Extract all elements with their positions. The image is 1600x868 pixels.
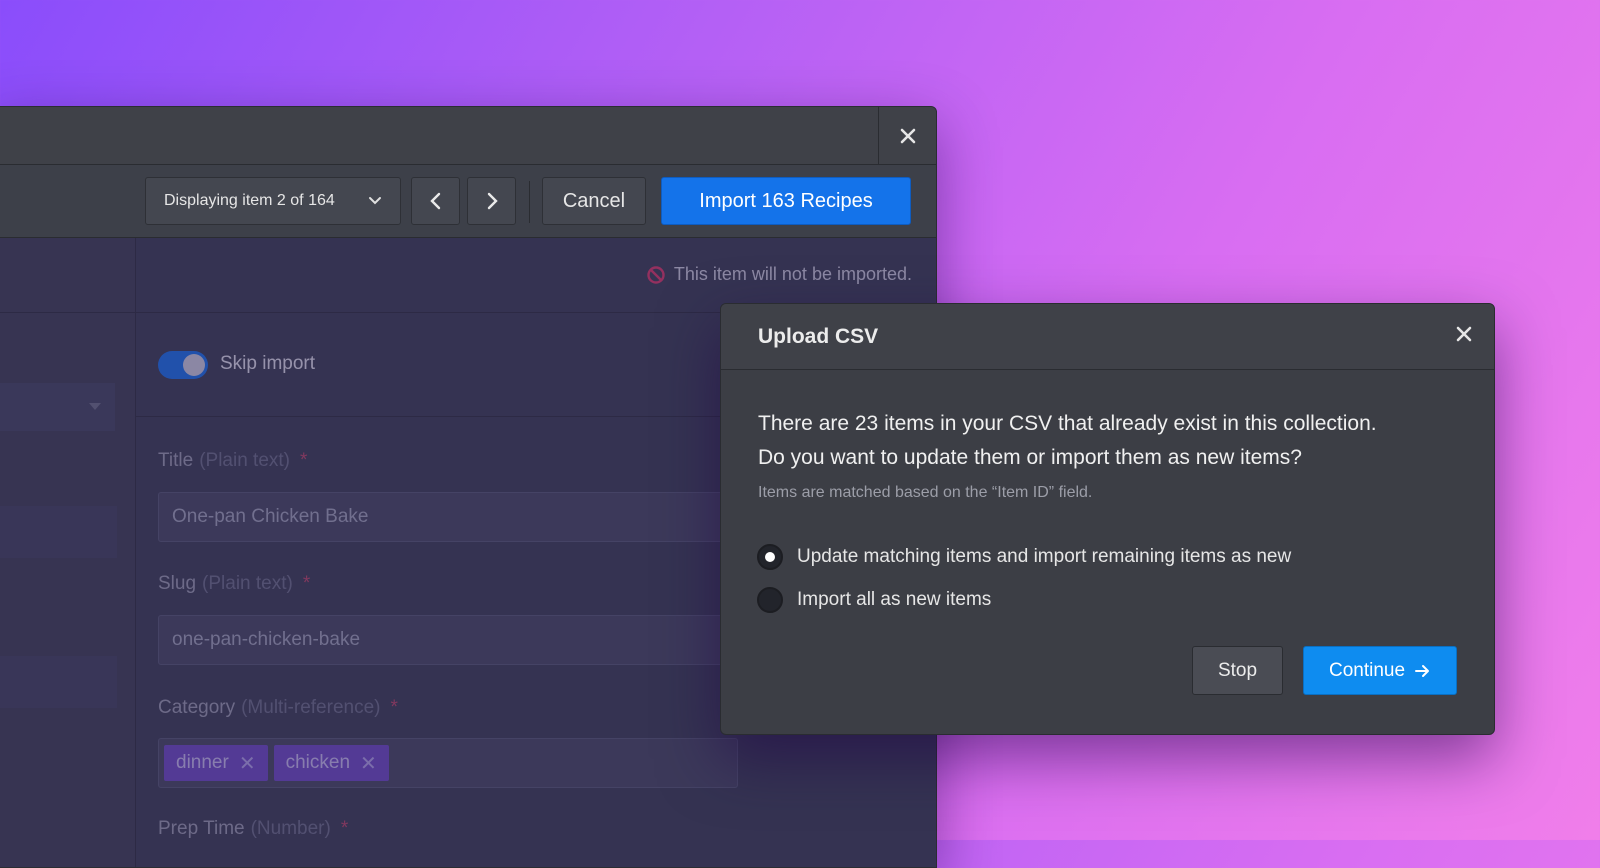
category-label: Category bbox=[158, 697, 236, 718]
continue-button[interactable]: Continue bbox=[1303, 646, 1457, 695]
left-column-item[interactable] bbox=[0, 656, 117, 708]
arrow-right-icon bbox=[1415, 664, 1431, 678]
not-imported-notice: This item will not be imported. bbox=[646, 264, 912, 285]
panel-close-button[interactable] bbox=[878, 107, 936, 164]
notice-row: This item will not be imported. bbox=[136, 238, 936, 313]
category-input[interactable]: dinner ✕ chicken ✕ bbox=[158, 738, 738, 788]
cancel-button[interactable]: Cancel bbox=[542, 177, 646, 225]
item-display-label: Displaying item 2 of 164 bbox=[164, 192, 335, 209]
item-display-select[interactable]: Displaying item 2 of 164 bbox=[145, 177, 401, 225]
category-tag[interactable]: dinner ✕ bbox=[164, 745, 268, 781]
radio-selected[interactable] bbox=[757, 544, 783, 570]
option-update-matching[interactable]: Update matching items and import remaini… bbox=[757, 544, 1291, 570]
dialog-question-line-2: Do you want to update them or import the… bbox=[758, 446, 1302, 469]
toolbar-divider bbox=[529, 181, 530, 223]
notice-text: This item will not be imported. bbox=[673, 264, 912, 284]
left-column-select[interactable] bbox=[0, 383, 115, 431]
close-icon[interactable] bbox=[1456, 326, 1472, 342]
title-field-label: Title (Plain text) * bbox=[158, 450, 307, 472]
no-entry-icon bbox=[646, 265, 666, 285]
triangle-down-icon bbox=[89, 403, 101, 410]
previous-item-button[interactable] bbox=[411, 177, 460, 225]
remove-tag-icon[interactable]: ✕ bbox=[239, 751, 256, 776]
slug-field-label: Slug (Plain text) * bbox=[158, 573, 310, 595]
required-marker: * bbox=[390, 697, 398, 718]
prep-time-field-label: Prep Time (Number) * bbox=[158, 818, 348, 840]
title-input[interactable]: One-pan Chicken Bake bbox=[158, 492, 738, 542]
stop-button[interactable]: Stop bbox=[1192, 646, 1283, 695]
category-tag[interactable]: chicken ✕ bbox=[273, 745, 389, 781]
chevron-right-icon bbox=[485, 192, 499, 210]
category-type-hint: (Multi-reference) bbox=[241, 697, 381, 718]
category-field-label: Category (Multi-reference) * bbox=[158, 697, 398, 719]
option-label: Update matching items and import remaini… bbox=[797, 546, 1292, 567]
skip-import-label: Skip import bbox=[220, 353, 316, 374]
slug-type-hint: (Plain text) bbox=[202, 573, 293, 594]
radio-unselected[interactable] bbox=[757, 587, 783, 613]
title-label: Title bbox=[158, 450, 194, 471]
import-recipes-button[interactable]: Import 163 Recipes bbox=[661, 177, 911, 225]
skip-import-toggle[interactable] bbox=[158, 351, 208, 379]
panel-titlebar bbox=[0, 107, 936, 165]
title-type-hint: (Plain text) bbox=[199, 450, 291, 471]
prep-time-type-hint: (Number) bbox=[250, 818, 331, 839]
dialog-title: Upload CSV bbox=[758, 325, 879, 348]
continue-label: Continue bbox=[1328, 659, 1406, 681]
next-item-button[interactable] bbox=[467, 177, 516, 225]
option-import-all-new[interactable]: Import all as new items bbox=[757, 587, 991, 613]
required-marker: * bbox=[302, 573, 311, 594]
prep-time-label: Prep Time bbox=[158, 818, 245, 839]
tag-label: chicken bbox=[285, 752, 351, 773]
tag-label: dinner bbox=[176, 752, 229, 773]
import-toolbar: Displaying item 2 of 164 Cancel Import 1… bbox=[0, 165, 936, 238]
left-column bbox=[0, 238, 136, 867]
toggle-knob bbox=[183, 354, 205, 376]
dialog-hint: Items are matched based on the “Item ID”… bbox=[758, 484, 1093, 501]
chevron-down-icon bbox=[368, 193, 382, 207]
dialog-question-line-1: There are 23 items in your CSV that alre… bbox=[758, 412, 1377, 435]
left-column-item[interactable] bbox=[0, 506, 117, 558]
slug-input[interactable]: one-pan-chicken-bake bbox=[158, 615, 738, 665]
close-icon bbox=[900, 128, 916, 144]
required-marker: * bbox=[340, 818, 349, 839]
chevron-left-icon bbox=[429, 192, 443, 210]
dialog-header: Upload CSV bbox=[721, 304, 1494, 370]
slug-label: Slug bbox=[158, 573, 197, 594]
required-marker: * bbox=[300, 450, 308, 471]
upload-csv-dialog: Upload CSV There are 23 items in your CS… bbox=[720, 303, 1495, 735]
left-column-divider bbox=[0, 312, 135, 313]
remove-tag-icon[interactable]: ✕ bbox=[360, 751, 377, 776]
option-label: Import all as new items bbox=[797, 589, 992, 610]
